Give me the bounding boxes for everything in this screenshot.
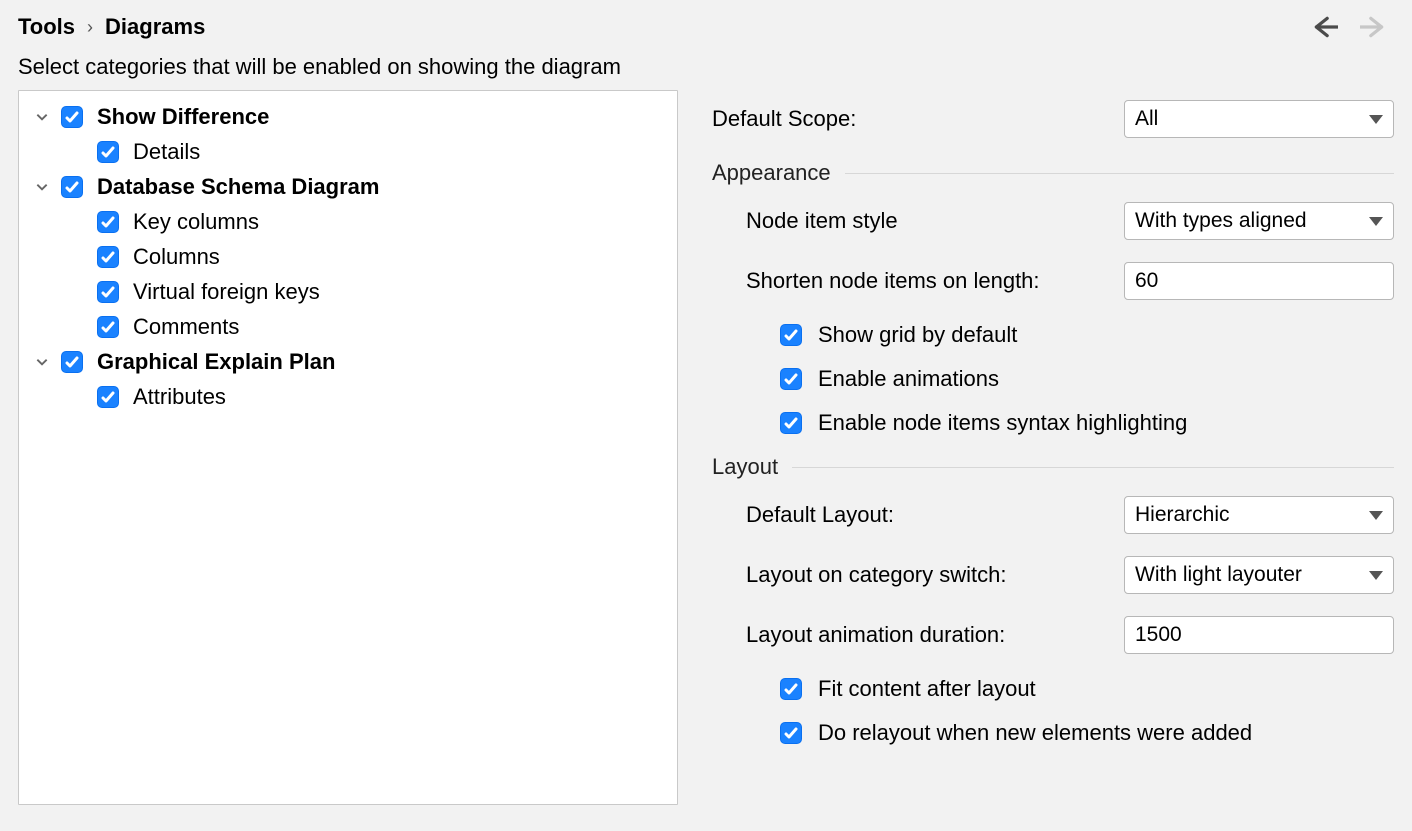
checkbox-label: Enable animations xyxy=(818,366,999,392)
checkbox[interactable] xyxy=(61,351,83,373)
section-label: Appearance xyxy=(712,160,831,186)
input-shorten-length[interactable] xyxy=(1124,262,1394,300)
row-enable-animations[interactable]: Enable animations xyxy=(712,366,1394,392)
nav-arrows xyxy=(1312,14,1394,40)
forward-arrow-icon xyxy=(1360,14,1386,40)
tree-item-label: Database Schema Diagram xyxy=(97,174,379,200)
checkbox[interactable] xyxy=(97,386,119,408)
header: Tools › Diagrams xyxy=(0,0,1412,48)
settings-form: Default Scope: All Appearance Node item … xyxy=(678,90,1394,805)
label-default-layout: Default Layout: xyxy=(746,502,894,528)
select-value: With types aligned xyxy=(1135,209,1307,233)
breadcrumb-separator-icon: › xyxy=(87,17,93,38)
page-subtitle: Select categories that will be enabled o… xyxy=(0,48,1412,90)
checkbox-label: Do relayout when new elements were added xyxy=(818,720,1252,746)
select-value: With light layouter xyxy=(1135,563,1302,587)
section-appearance: Appearance xyxy=(712,160,1394,186)
label-default-scope: Default Scope: xyxy=(712,106,856,132)
checkbox[interactable] xyxy=(97,316,119,338)
tree-item-show-difference[interactable]: Show Difference xyxy=(25,99,671,134)
chevron-down-icon xyxy=(1369,115,1383,124)
checkbox[interactable] xyxy=(97,141,119,163)
tree-item-label: Virtual foreign keys xyxy=(133,279,320,305)
checkbox[interactable] xyxy=(61,106,83,128)
checkbox-label: Show grid by default xyxy=(818,322,1017,348)
row-node-item-style: Node item style With types aligned xyxy=(712,202,1394,240)
tree-item-details[interactable]: Details xyxy=(25,134,671,169)
tree-item-attributes[interactable]: Attributes xyxy=(25,379,671,414)
tree-item-database-schema-diagram[interactable]: Database Schema Diagram xyxy=(25,169,671,204)
select-default-layout[interactable]: Hierarchic xyxy=(1124,496,1394,534)
row-default-layout: Default Layout: Hierarchic xyxy=(712,496,1394,534)
tree-item-label: Graphical Explain Plan xyxy=(97,349,335,375)
label-shorten-length: Shorten node items on length: xyxy=(746,268,1040,294)
checkbox[interactable] xyxy=(97,281,119,303)
tree-item-label: Columns xyxy=(133,244,220,270)
back-arrow-icon[interactable] xyxy=(1312,14,1338,40)
select-layout-on-switch[interactable]: With light layouter xyxy=(1124,556,1394,594)
checkbox[interactable] xyxy=(780,324,802,346)
select-default-scope[interactable]: All xyxy=(1124,100,1394,138)
categories-tree: Show Difference Details Database Schema … xyxy=(18,90,678,805)
tree-item-label: Details xyxy=(133,139,200,165)
row-animation-duration: Layout animation duration: xyxy=(712,616,1394,654)
row-default-scope: Default Scope: All xyxy=(712,100,1394,138)
tree-item-virtual-foreign-keys[interactable]: Virtual foreign keys xyxy=(25,274,671,309)
row-do-relayout[interactable]: Do relayout when new elements were added xyxy=(712,720,1394,746)
tree-item-comments[interactable]: Comments xyxy=(25,309,671,344)
row-shorten-length: Shorten node items on length: xyxy=(712,262,1394,300)
section-rule xyxy=(792,467,1394,468)
label-animation-duration: Layout animation duration: xyxy=(746,622,1005,648)
row-fit-content[interactable]: Fit content after layout xyxy=(712,676,1394,702)
tree-item-graphical-explain-plan[interactable]: Graphical Explain Plan xyxy=(25,344,671,379)
tree-item-key-columns[interactable]: Key columns xyxy=(25,204,671,239)
chevron-down-icon xyxy=(1369,571,1383,580)
section-label: Layout xyxy=(712,454,778,480)
section-layout: Layout xyxy=(712,454,1394,480)
row-syntax-highlight[interactable]: Enable node items syntax highlighting xyxy=(712,410,1394,436)
checkbox[interactable] xyxy=(780,368,802,390)
breadcrumb-tools[interactable]: Tools xyxy=(18,14,75,40)
row-layout-on-switch: Layout on category switch: With light la… xyxy=(712,556,1394,594)
chevron-down-icon xyxy=(1369,511,1383,520)
row-show-grid[interactable]: Show grid by default xyxy=(712,322,1394,348)
select-value: All xyxy=(1135,107,1158,131)
tree-item-label: Show Difference xyxy=(97,104,269,130)
tree-item-label: Attributes xyxy=(133,384,226,410)
label-node-item-style: Node item style xyxy=(746,208,898,234)
chevron-down-icon[interactable] xyxy=(33,178,51,196)
checkbox[interactable] xyxy=(97,211,119,233)
checkbox[interactable] xyxy=(97,246,119,268)
chevron-down-icon[interactable] xyxy=(33,353,51,371)
chevron-down-icon[interactable] xyxy=(33,108,51,126)
tree-item-label: Comments xyxy=(133,314,239,340)
checkbox[interactable] xyxy=(780,678,802,700)
section-rule xyxy=(845,173,1394,174)
select-node-item-style[interactable]: With types aligned xyxy=(1124,202,1394,240)
checkbox-label: Enable node items syntax highlighting xyxy=(818,410,1187,436)
breadcrumb-diagrams[interactable]: Diagrams xyxy=(105,14,205,40)
input-animation-duration[interactable] xyxy=(1124,616,1394,654)
checkbox[interactable] xyxy=(780,412,802,434)
select-value: Hierarchic xyxy=(1135,503,1230,527)
tree-item-columns[interactable]: Columns xyxy=(25,239,671,274)
checkbox[interactable] xyxy=(780,722,802,744)
checkbox[interactable] xyxy=(61,176,83,198)
breadcrumb: Tools › Diagrams xyxy=(18,14,205,40)
chevron-down-icon xyxy=(1369,217,1383,226)
checkbox-label: Fit content after layout xyxy=(818,676,1036,702)
label-layout-on-switch: Layout on category switch: xyxy=(746,562,1006,588)
tree-item-label: Key columns xyxy=(133,209,259,235)
